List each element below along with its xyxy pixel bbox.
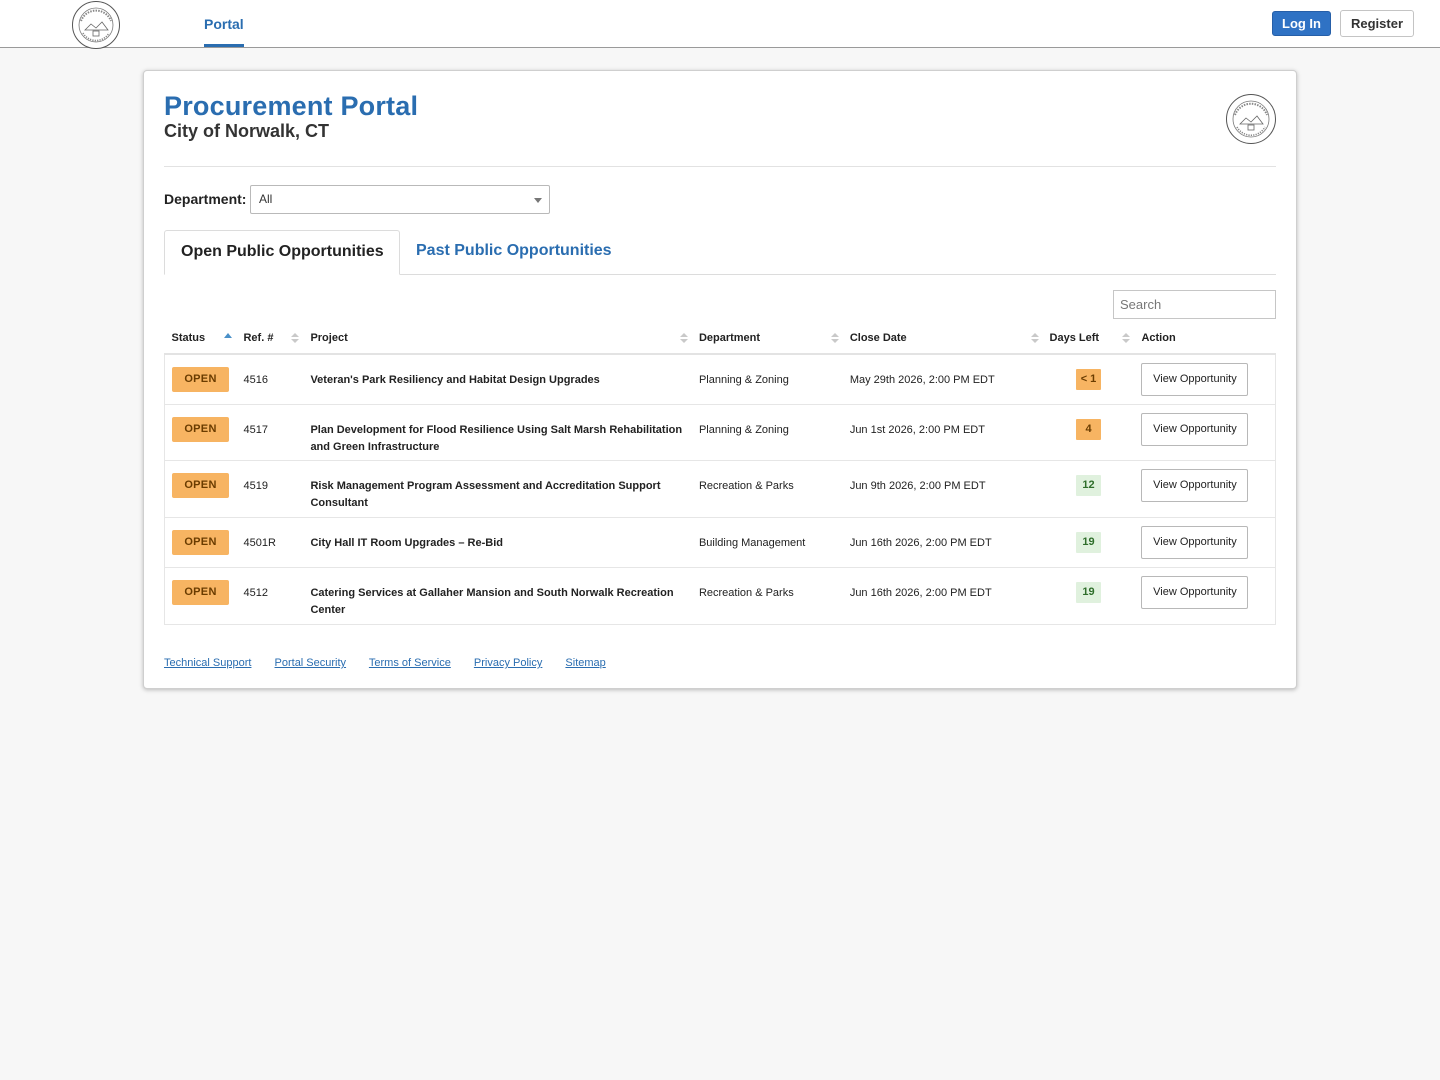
table-row: OPEN 4519 Risk Management Program Assess…	[164, 460, 1277, 518]
column-header-action: Action	[1134, 323, 1276, 355]
ref-number: 4517	[243, 424, 268, 436]
chevron-down-icon	[534, 198, 542, 203]
sort-arrows-icon	[1030, 333, 1039, 345]
opportunities-table: Status Ref. # Project Department Close D…	[164, 323, 1277, 625]
ref-number: 4512	[243, 587, 268, 599]
table-row: OPEN 4501R City Hall IT Room Upgrades – …	[164, 517, 1277, 568]
close-date: Jun 9th 2026, 2:00 PM EDT	[849, 480, 986, 492]
view-opportunity-button[interactable]: View Opportunity	[1141, 526, 1249, 559]
department-name: Recreation & Parks	[698, 587, 794, 599]
sort-arrows-icon	[830, 333, 839, 345]
ref-number: 4501R	[243, 537, 276, 549]
tab-open-opportunities[interactable]: Open Public Opportunities	[164, 230, 400, 275]
register-button[interactable]: Register	[1340, 10, 1414, 37]
table-row: OPEN 4517 Plan Development for Flood Res…	[164, 404, 1277, 461]
days-left-badge: 4	[1076, 419, 1101, 440]
city-seal-icon	[1226, 94, 1276, 144]
footer-link-terms-of-service[interactable]: Terms of Service	[369, 657, 451, 669]
status-badge: OPEN	[172, 417, 229, 442]
view-opportunity-button[interactable]: View Opportunity	[1141, 413, 1249, 446]
top-navbar: Portal Log In Register	[0, 0, 1440, 50]
status-badge: OPEN	[172, 367, 229, 392]
footer-link-privacy-policy[interactable]: Privacy Policy	[474, 657, 542, 669]
ref-number: 4519	[243, 480, 268, 492]
page-title: Procurement Portal	[164, 91, 419, 121]
status-badge: OPEN	[172, 530, 229, 555]
project-name: Veteran's Park Resiliency and Habitat De…	[310, 374, 600, 386]
footer-link-sitemap[interactable]: Sitemap	[565, 657, 605, 669]
close-date: Jun 1st 2026, 2:00 PM EDT	[849, 424, 985, 436]
sort-ascending-icon	[224, 333, 233, 345]
view-opportunity-button[interactable]: View Opportunity	[1141, 576, 1249, 609]
sort-arrows-icon	[1122, 333, 1131, 345]
department-name: Building Management	[698, 537, 806, 549]
portal-card: Procurement Portal City of Norwalk, CT D…	[143, 70, 1297, 689]
column-header-department[interactable]: Department	[691, 323, 843, 355]
close-date: Jun 16th 2026, 2:00 PM EDT	[849, 537, 992, 549]
project-name: City Hall IT Room Upgrades – Re-Bid	[310, 537, 503, 549]
days-left-badge: 19	[1076, 582, 1101, 603]
search-input[interactable]	[1113, 290, 1276, 319]
city-seal-icon[interactable]	[71, 0, 121, 50]
nav-active-indicator	[204, 44, 244, 47]
page-subtitle: City of Norwalk, CT	[164, 121, 330, 141]
header-divider	[164, 166, 1276, 167]
close-date: Jun 16th 2026, 2:00 PM EDT	[849, 587, 992, 599]
department-label: Department:	[164, 191, 247, 207]
tab-past-opportunities[interactable]: Past Public Opportunities	[416, 230, 612, 275]
department-select[interactable]: All	[250, 185, 550, 214]
footer-link-technical-support[interactable]: Technical Support	[164, 657, 251, 669]
days-left-badge: 19	[1076, 532, 1101, 553]
close-date: May 29th 2026, 2:00 PM EDT	[849, 374, 995, 386]
nav-link-portal[interactable]: Portal	[204, 0, 244, 48]
status-badge: OPEN	[172, 473, 229, 498]
column-header-close-date[interactable]: Close Date	[842, 323, 1043, 355]
footer-links: Technical Support Portal Security Terms …	[164, 657, 626, 669]
view-opportunity-button[interactable]: View Opportunity	[1141, 469, 1249, 502]
column-header-ref[interactable]: Ref. #	[236, 323, 304, 355]
department-select-value: All	[259, 192, 273, 206]
days-left-badge: < 1	[1075, 369, 1102, 390]
sort-arrows-icon	[291, 333, 300, 345]
table-row: OPEN 4512 Catering Services at Gallaher …	[164, 567, 1277, 625]
department-name: Recreation & Parks	[698, 480, 794, 492]
column-header-project[interactable]: Project	[303, 323, 692, 355]
project-name: Plan Development for Flood Resilience Us…	[310, 424, 683, 453]
days-left-badge: 12	[1076, 475, 1101, 496]
project-name: Catering Services at Gallaher Mansion an…	[310, 587, 674, 616]
login-button[interactable]: Log In	[1272, 11, 1331, 36]
table-header-row: Status Ref. # Project Department Close D…	[164, 323, 1276, 355]
footer-link-portal-security[interactable]: Portal Security	[275, 657, 347, 669]
view-opportunity-button[interactable]: View Opportunity	[1141, 363, 1249, 396]
department-name: Planning & Zoning	[698, 374, 789, 386]
sort-arrows-icon	[679, 333, 688, 345]
status-badge: OPEN	[172, 580, 229, 605]
department-name: Planning & Zoning	[698, 424, 789, 436]
ref-number: 4516	[243, 374, 268, 386]
table-row: OPEN 4516 Veteran's Park Resiliency and …	[164, 354, 1277, 405]
column-header-status[interactable]: Status	[164, 323, 237, 355]
column-header-days-left[interactable]: Days Left	[1042, 323, 1135, 355]
project-name: Risk Management Program Assessment and A…	[310, 480, 661, 509]
